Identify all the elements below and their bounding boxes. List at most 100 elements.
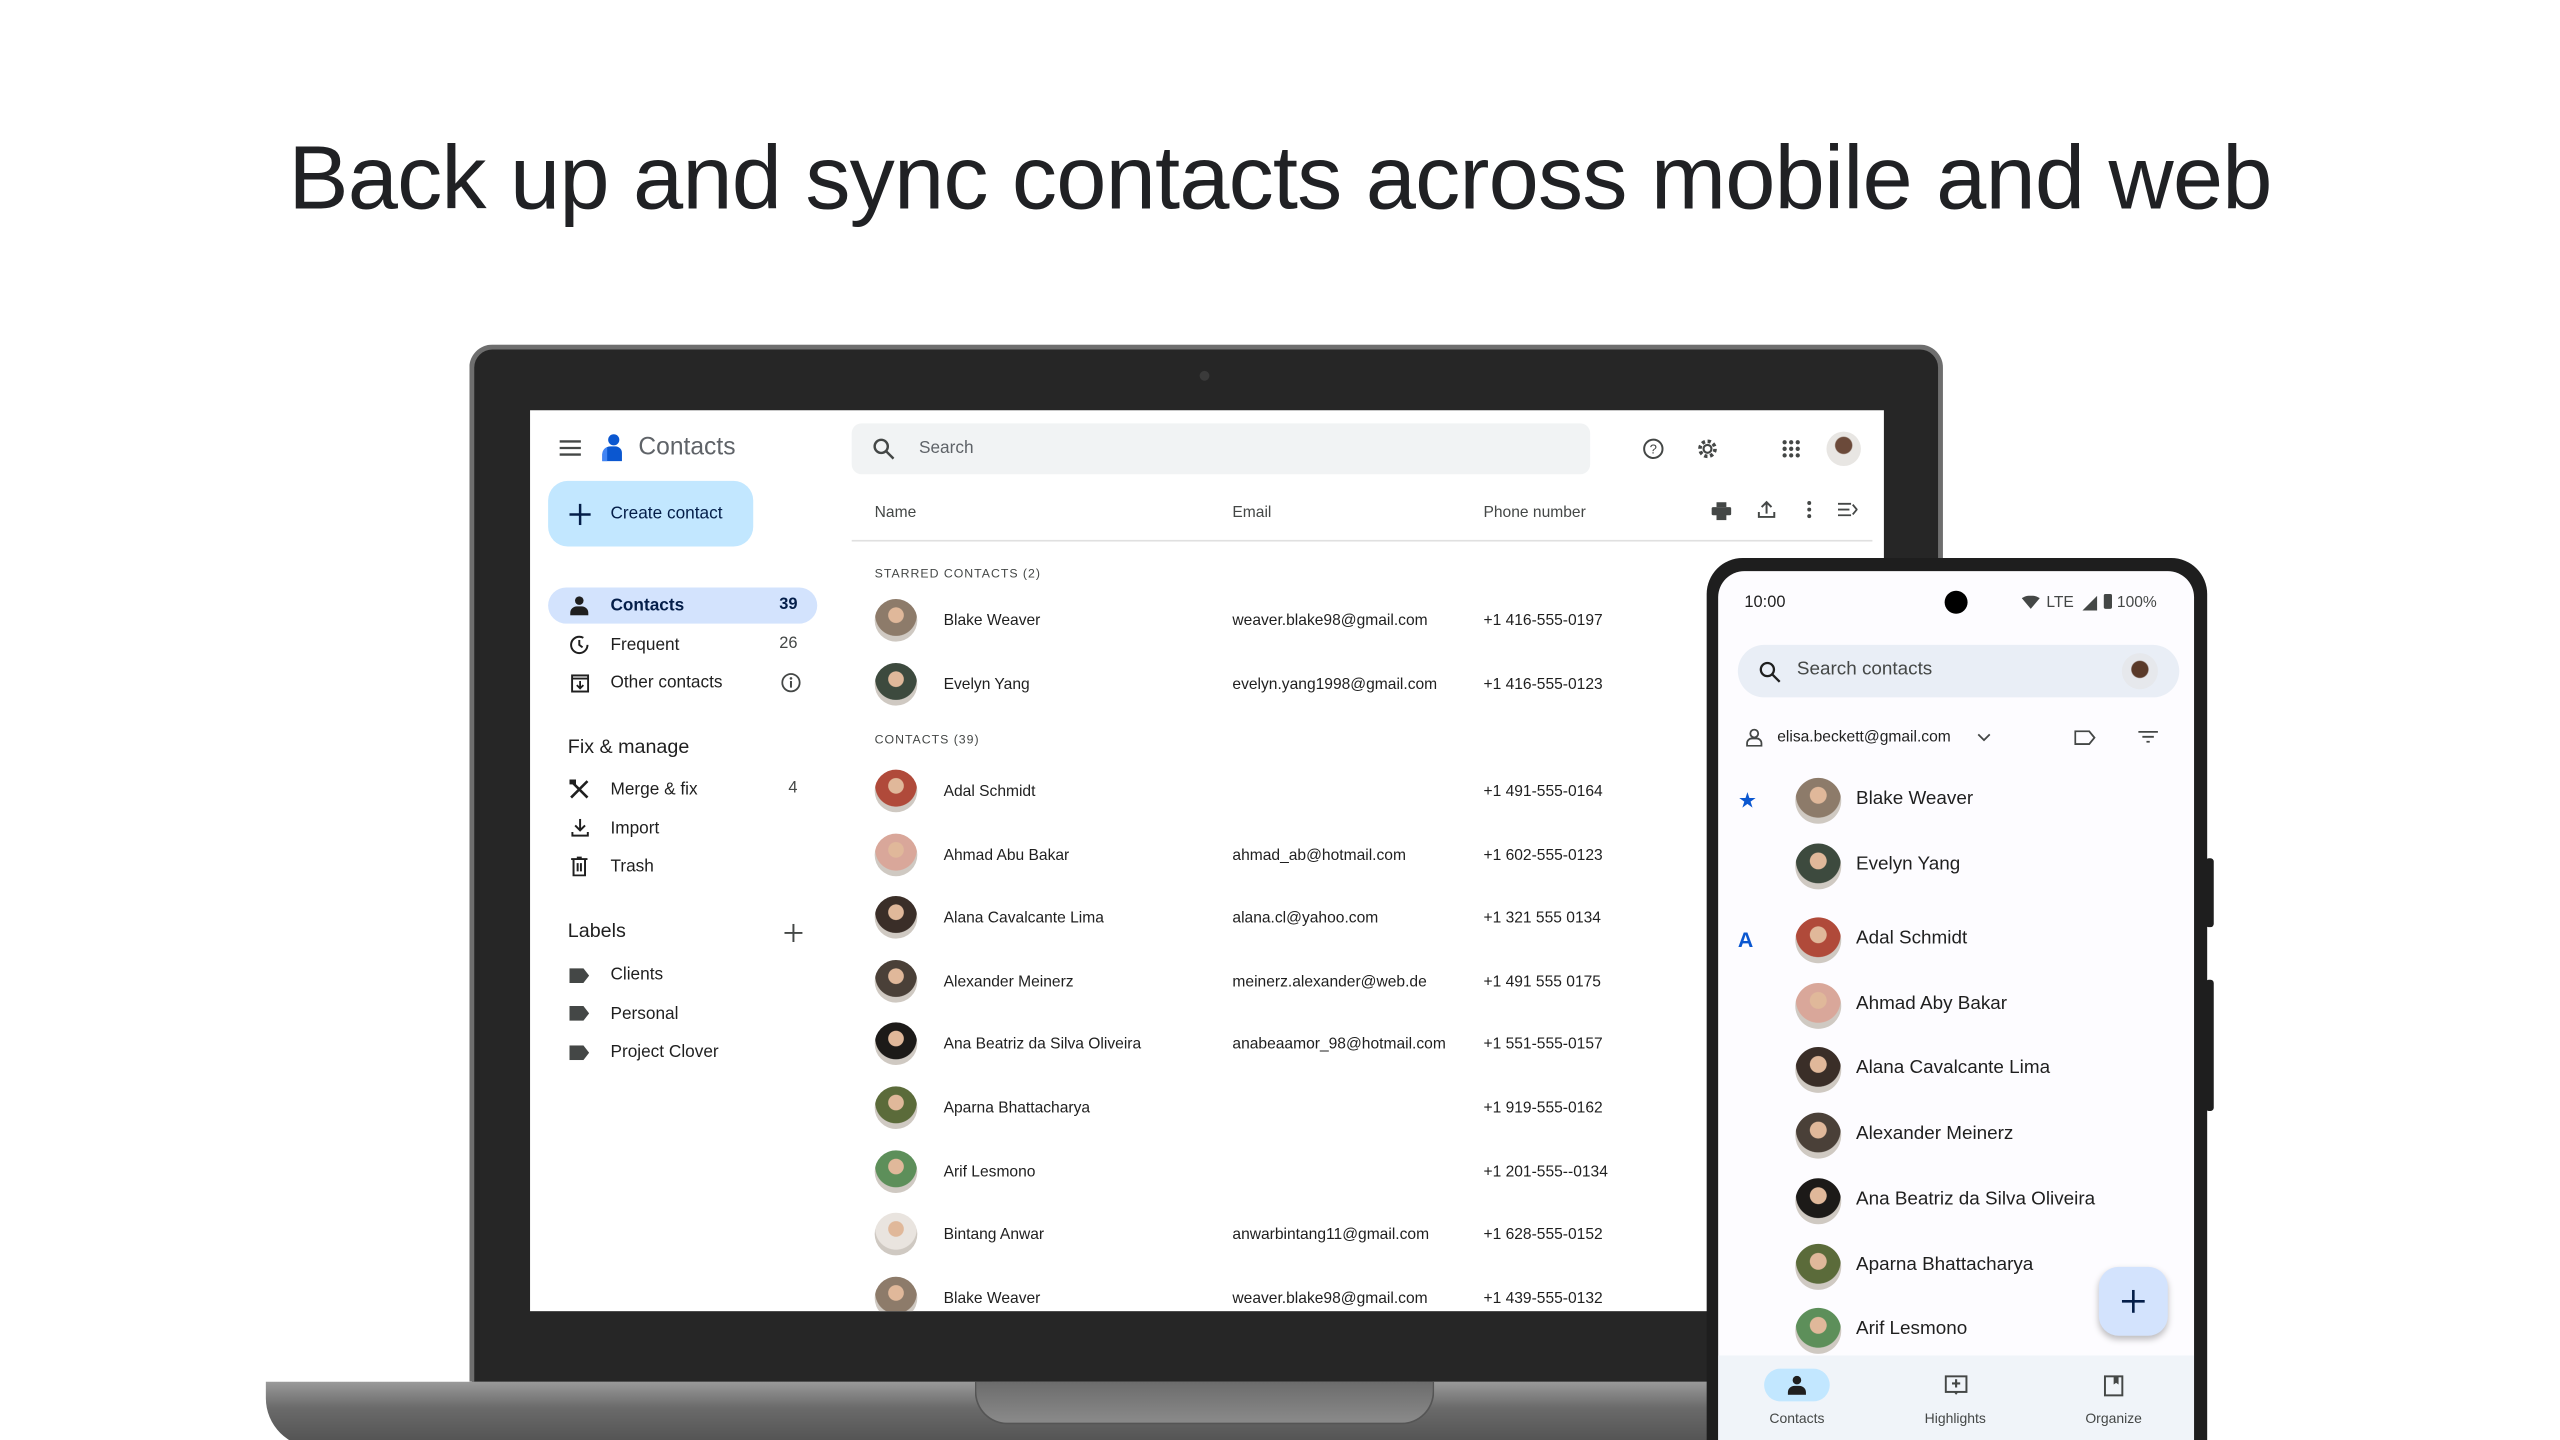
create-contact-button[interactable]: Create contact — [548, 480, 754, 547]
contact-email: weaver.blake98@gmail.com — [1232, 1289, 1428, 1308]
list-item[interactable]: A Adal Schmidt — [1718, 911, 2194, 970]
search-icon — [1758, 660, 1781, 683]
info-icon[interactable] — [779, 671, 800, 692]
headline: Back up and sync contacts across mobile … — [288, 126, 2272, 229]
avatar — [1795, 1243, 1842, 1290]
list-item[interactable]: Evelyn Yang — [1718, 837, 2194, 896]
highlights-icon — [1922, 1369, 1988, 1402]
list-item[interactable]: Ahmad Aby Bakar — [1718, 976, 2194, 1035]
network-label: LTE — [2046, 594, 2074, 613]
bottom-nav-highlights[interactable]: Highlights — [1890, 1365, 2021, 1440]
sidebar-item-other-contacts[interactable]: Other contacts — [548, 665, 817, 701]
account-avatar[interactable] — [1826, 431, 1861, 467]
label-item-label: Project Clover — [610, 1042, 719, 1062]
import-icon — [566, 815, 592, 841]
sidebar-item-count: 4 — [788, 779, 798, 798]
person-icon — [566, 592, 592, 618]
plus-icon — [568, 502, 591, 525]
column-phone[interactable]: Phone number — [1483, 504, 1585, 522]
create-contact-label: Create contact — [610, 503, 723, 524]
contact-phone: +1 491 555 0175 — [1483, 972, 1601, 991]
label-item-clients[interactable]: Clients — [548, 957, 817, 993]
sidebar-item-import[interactable]: Import — [548, 810, 817, 846]
sidebar-item-label: Contacts — [610, 595, 685, 616]
archive-icon — [566, 670, 592, 696]
avatar — [874, 598, 918, 642]
label-icon — [566, 1039, 592, 1065]
print-icon[interactable] — [1710, 501, 1733, 521]
contact-name: Alexander Meinerz — [943, 972, 1074, 991]
account-avatar[interactable] — [2121, 653, 2158, 690]
contact-phone: +1 439-555-0132 — [1483, 1289, 1603, 1308]
sidebar-item-label: Other contacts — [610, 672, 723, 693]
sidebar-item-trash[interactable]: Trash — [548, 848, 817, 884]
contact-email: ahmad_ab@hotmail.com — [1232, 846, 1406, 865]
contact-name: Ana Beatriz da Silva Oliveira — [943, 1036, 1142, 1055]
bottom-nav-organize[interactable]: Organize — [2048, 1365, 2179, 1440]
mobile-search-input[interactable]: Search contacts — [1737, 644, 2180, 698]
label-item-label: Personal — [610, 1003, 679, 1024]
trash-icon — [566, 853, 592, 879]
contact-name: Arif Lesmono — [943, 1162, 1036, 1181]
contact-email: anwarbintang11@gmail.com — [1232, 1226, 1430, 1245]
list-item[interactable]: Alana Cavalcante Lima — [1718, 1040, 2194, 1099]
contact-phone: +1 602-555-0123 — [1483, 846, 1603, 865]
contact-email: evelyn.yang1998@gmail.com — [1232, 676, 1438, 695]
account-selector[interactable]: elisa.beckett@gmail.com — [1777, 729, 1951, 747]
sidebar-item-contacts[interactable]: Contacts 39 — [548, 587, 818, 624]
apps-grid-icon[interactable] — [1779, 437, 1802, 460]
contact-phone: +1 201-555--0134 — [1483, 1162, 1608, 1181]
menu-icon[interactable] — [558, 437, 581, 460]
search-input[interactable]: Search — [851, 423, 1591, 475]
label-item-label: Clients — [610, 964, 664, 985]
laptop-camera — [1199, 370, 1210, 381]
person-icon — [1764, 1368, 1830, 1402]
avatar — [874, 769, 918, 813]
list-item[interactable]: Alexander Meinerz — [1718, 1106, 2194, 1165]
settings-gear-icon[interactable] — [1695, 437, 1718, 460]
avatar — [874, 896, 918, 939]
more-options-icon[interactable] — [1799, 499, 1819, 520]
label-item-personal[interactable]: Personal — [548, 995, 817, 1031]
plus-icon — [2120, 1288, 2146, 1314]
labels-heading: Labels — [567, 918, 626, 942]
app-title: Contacts — [638, 433, 736, 462]
label-item-project-clover[interactable]: Project Clover — [548, 1034, 817, 1070]
bottom-nav-contacts[interactable]: Contacts — [1731, 1365, 1862, 1440]
column-name[interactable]: Name — [875, 504, 917, 522]
sidebar-item-label: Import — [610, 818, 660, 838]
avatar — [1795, 1112, 1842, 1159]
contact-email: meinerz.alexander@web.de — [1232, 972, 1427, 991]
column-email[interactable]: Email — [1232, 504, 1271, 522]
avatar — [874, 832, 918, 876]
export-icon[interactable] — [1754, 499, 1777, 520]
contact-phone: +1 919-555-0162 — [1483, 1099, 1603, 1118]
list-item[interactable]: ★ Blake Weaver — [1718, 771, 2194, 830]
list-density-icon[interactable] — [1836, 499, 1859, 520]
chevron-down-icon[interactable] — [1976, 729, 1992, 745]
sidebar-item-frequent[interactable]: Frequent 26 — [548, 626, 817, 662]
contact-phone: +1 321 555 0134 — [1483, 909, 1601, 928]
contact-name: Aparna Bhattacharya — [1856, 1255, 2034, 1276]
account-icon — [1744, 727, 1764, 747]
help-icon[interactable]: ? — [1641, 437, 1664, 460]
sidebar-item-label: Merge & fix — [610, 779, 698, 800]
web-contacts-app: Contacts Search ? Create contact Fix & m… — [530, 410, 1884, 1312]
bottom-nav-label: Organize — [2085, 1409, 2142, 1427]
battery-level: 100% — [2116, 594, 2157, 613]
filter-icon[interactable] — [2137, 727, 2160, 747]
label-icon — [566, 1000, 592, 1026]
search-icon — [871, 437, 894, 460]
list-item[interactable]: Ana Beatriz da Silva Oliveira — [1718, 1172, 2194, 1231]
contact-name: Bintang Anwar — [943, 1226, 1045, 1245]
label-icon[interactable] — [2073, 727, 2096, 747]
sidebar-item-merge-fix[interactable]: Merge & fix 4 — [548, 771, 817, 807]
add-contact-fab[interactable] — [2098, 1266, 2168, 1336]
avatar — [1795, 982, 1842, 1029]
avatar — [874, 1213, 918, 1256]
add-label-icon[interactable] — [781, 921, 804, 944]
contact-phone: +1 551-555-0157 — [1483, 1036, 1603, 1055]
contact-name: Adal Schmidt — [1856, 928, 1968, 949]
avatar — [1795, 843, 1842, 890]
contact-phone: +1 416-555-0123 — [1483, 676, 1603, 695]
